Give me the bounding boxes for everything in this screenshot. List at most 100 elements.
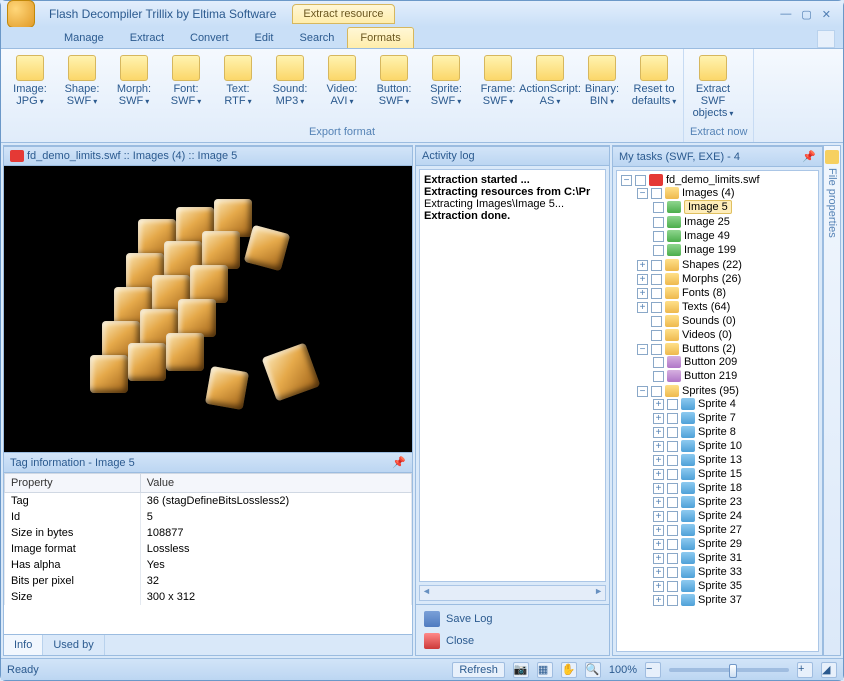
checkbox[interactable] — [667, 567, 678, 578]
checkbox[interactable] — [651, 344, 662, 355]
checkbox[interactable] — [651, 316, 662, 327]
expand-icon[interactable]: + — [653, 441, 664, 452]
checkbox[interactable] — [667, 539, 678, 550]
checkbox[interactable] — [667, 511, 678, 522]
checkbox[interactable] — [653, 357, 664, 368]
zoom-out-button[interactable]: − — [645, 662, 661, 678]
tree-category[interactable]: +Texts (64) — [637, 300, 816, 314]
checkbox[interactable] — [667, 553, 678, 564]
checkbox[interactable] — [667, 595, 678, 606]
info-tab[interactable]: Info — [4, 635, 43, 655]
column-header[interactable]: Value — [140, 474, 411, 493]
tree-category[interactable]: −Buttons (2)Button 209Button 219 — [637, 342, 816, 384]
checkbox[interactable] — [667, 427, 678, 438]
ribbon-item[interactable]: Video:AVI — [319, 53, 365, 124]
preview-viewport[interactable] — [4, 166, 412, 452]
tree-item[interactable]: +Sprite 15 — [653, 467, 816, 481]
checkbox[interactable] — [651, 274, 662, 285]
ribbon-tab-convert[interactable]: Convert — [177, 27, 242, 48]
checkbox[interactable] — [651, 288, 662, 299]
tree-item[interactable]: +Sprite 37 — [653, 593, 816, 607]
checkbox[interactable] — [635, 175, 646, 186]
file-properties-sidebar[interactable]: File properties — [823, 145, 841, 656]
expand-icon[interactable]: − — [637, 344, 648, 355]
activity-scrollbar[interactable] — [419, 585, 606, 601]
tree-item[interactable]: +Sprite 31 — [653, 551, 816, 565]
expand-icon[interactable]: + — [653, 511, 664, 522]
ribbon-tab-edit[interactable]: Edit — [242, 27, 287, 48]
zoom-slider[interactable] — [669, 668, 789, 672]
ribbon-item[interactable]: Shape:SWF — [59, 53, 105, 124]
expand-icon[interactable]: − — [637, 188, 648, 199]
expand-icon[interactable]: + — [653, 567, 664, 578]
expand-icon[interactable]: + — [653, 413, 664, 424]
checkbox[interactable] — [651, 386, 662, 397]
checkbox[interactable] — [653, 245, 664, 256]
tree-category[interactable]: +Fonts (8) — [637, 286, 816, 300]
checkbox[interactable] — [651, 260, 662, 271]
tree-category[interactable]: −Sounds (0) — [637, 314, 816, 328]
tree-item[interactable]: +Sprite 27 — [653, 523, 816, 537]
ribbon-item[interactable]: Frame:SWF — [475, 53, 521, 124]
checkbox[interactable] — [667, 581, 678, 592]
tree-item[interactable]: +Sprite 4 — [653, 397, 816, 411]
checkbox[interactable] — [667, 497, 678, 508]
ribbon-item[interactable]: ActionScript:AS — [527, 53, 573, 124]
tree-item[interactable]: Image 199 — [653, 243, 816, 257]
expand-icon[interactable]: + — [653, 525, 664, 536]
resize-grip[interactable]: ◢ — [821, 662, 837, 678]
tree-category[interactable]: −fd_demo_limits.swf−Images (4)Image 5Ima… — [621, 173, 816, 609]
restore-button[interactable]: ▢ — [801, 8, 811, 21]
tasks-tree[interactable]: −fd_demo_limits.swf−Images (4)Image 5Ima… — [616, 170, 819, 652]
expand-icon[interactable]: + — [653, 497, 664, 508]
ribbon-item[interactable]: Button:SWF — [371, 53, 417, 124]
tree-item[interactable]: Image 49 — [653, 229, 816, 243]
expand-icon[interactable]: + — [653, 427, 664, 438]
checkbox[interactable] — [667, 413, 678, 424]
ribbon-help-icon[interactable] — [817, 30, 835, 48]
checkbox[interactable] — [651, 302, 662, 313]
checkbox[interactable] — [651, 330, 662, 341]
tree-item[interactable]: +Sprite 7 — [653, 411, 816, 425]
pin-icon[interactable]: 📌 — [392, 456, 406, 469]
refresh-button[interactable]: Refresh — [452, 662, 505, 678]
checkbox[interactable] — [667, 399, 678, 410]
expand-icon[interactable]: + — [653, 399, 664, 410]
camera-icon[interactable]: 📷 — [513, 662, 529, 678]
ribbon-item[interactable]: Reset todefaults — [631, 53, 677, 124]
ribbon-item[interactable]: Binary:BIN — [579, 53, 625, 124]
tree-category[interactable]: +Shapes (22) — [637, 258, 816, 272]
expand-icon[interactable]: + — [653, 483, 664, 494]
tree-item[interactable]: +Sprite 33 — [653, 565, 816, 579]
checkbox[interactable] — [667, 455, 678, 466]
ribbon-tab-search[interactable]: Search — [287, 27, 348, 48]
checkbox[interactable] — [651, 188, 662, 199]
tree-item[interactable]: +Sprite 24 — [653, 509, 816, 523]
tree-item[interactable]: +Sprite 23 — [653, 495, 816, 509]
ribbon-item[interactable]: Font:SWF — [163, 53, 209, 124]
tree-item[interactable]: +Sprite 35 — [653, 579, 816, 593]
expand-icon[interactable]: + — [637, 302, 648, 313]
ribbon-item[interactable]: Morph:SWF — [111, 53, 157, 124]
ribbon-tab-formats[interactable]: Formats — [347, 27, 413, 48]
expand-icon[interactable]: + — [653, 595, 664, 606]
tree-category[interactable]: −Images (4)Image 5Image 25Image 49Image … — [637, 186, 816, 258]
checkbox[interactable] — [653, 217, 664, 228]
close-button[interactable]: ✕ — [822, 8, 831, 21]
checkbox[interactable] — [653, 371, 664, 382]
ribbon-tab-extract[interactable]: Extract — [117, 27, 177, 48]
file-properties-icon[interactable] — [825, 150, 839, 164]
expand-icon[interactable]: − — [621, 175, 632, 186]
expand-icon[interactable]: + — [653, 581, 664, 592]
tree-item[interactable]: Image 25 — [653, 215, 816, 229]
tree-item[interactable]: +Sprite 10 — [653, 439, 816, 453]
expand-icon[interactable]: + — [653, 469, 664, 480]
pan-icon[interactable]: ✋ — [561, 662, 577, 678]
tree-item[interactable]: Button 219 — [653, 369, 816, 383]
pin-icon[interactable]: 📌 — [802, 150, 816, 163]
expand-icon[interactable]: + — [653, 553, 664, 564]
ribbon-item[interactable]: Sprite:SWF — [423, 53, 469, 124]
thumbnails-icon[interactable]: ▦ — [537, 662, 553, 678]
info-tab[interactable]: Used by — [43, 635, 104, 655]
checkbox[interactable] — [667, 483, 678, 494]
